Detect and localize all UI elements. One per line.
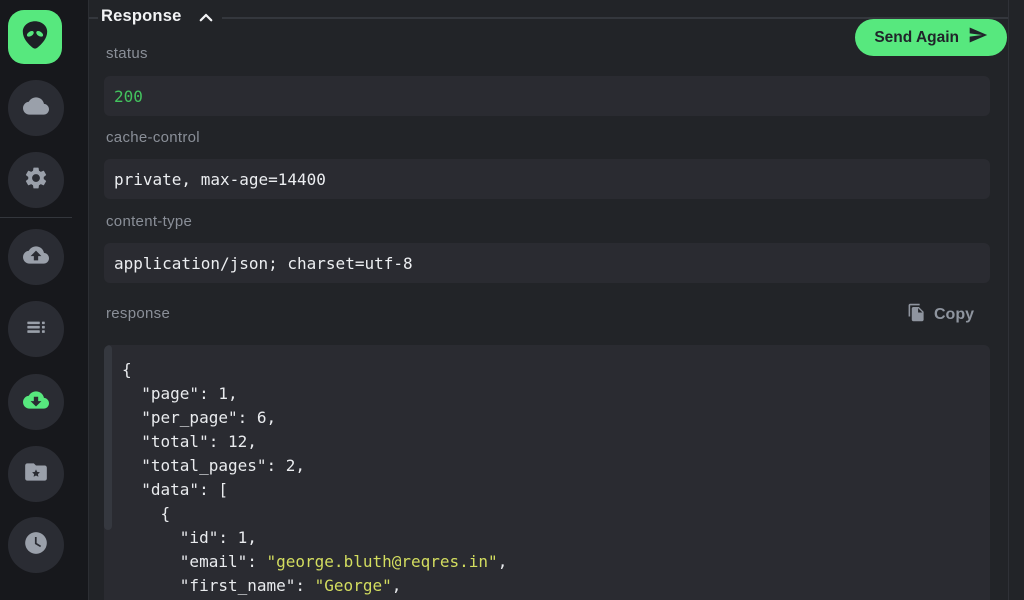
- copy-button[interactable]: Copy: [907, 303, 974, 327]
- send-icon: [968, 25, 988, 50]
- clock-icon: [23, 530, 49, 561]
- response-scrollbar[interactable]: [104, 345, 112, 530]
- panel-right-border: [1008, 0, 1009, 600]
- chevron-up-icon[interactable]: [196, 9, 216, 27]
- sidebar-item-collections[interactable]: [8, 301, 64, 357]
- cache-control-label: cache-control: [106, 129, 200, 146]
- cache-control-value-box: private, max-age=14400: [104, 159, 990, 199]
- send-again-button[interactable]: Send Again: [855, 19, 1007, 56]
- sidebar-divider: [0, 217, 72, 218]
- sidebar-item-cloud[interactable]: [8, 80, 64, 136]
- status-label: status: [106, 45, 148, 62]
- cloud-download-icon: [23, 387, 49, 418]
- response-body: { "page": 1, "per_page": 6, "total": 12,…: [104, 345, 990, 598]
- sidebar-item-settings[interactable]: [8, 152, 64, 208]
- app-logo[interactable]: [8, 10, 62, 64]
- list-icon: [23, 314, 49, 345]
- send-again-label: Send Again: [874, 29, 959, 47]
- copy-icon: [907, 303, 926, 327]
- sidebar-item-upload[interactable]: [8, 229, 64, 285]
- status-value: 200: [114, 87, 143, 106]
- sidebar-item-saved[interactable]: [8, 446, 64, 502]
- cloud-upload-icon: [23, 242, 49, 273]
- status-value-box: 200: [104, 76, 990, 116]
- alien-icon: [18, 18, 52, 57]
- content-type-value-box: application/json; charset=utf-8: [104, 243, 990, 283]
- folder-star-icon: [23, 459, 49, 490]
- sidebar-item-download[interactable]: [8, 374, 64, 430]
- page-title: Response: [101, 7, 181, 26]
- content-type-value: application/json; charset=utf-8: [114, 254, 413, 273]
- content-type-label: content-type: [106, 213, 192, 230]
- cloud-icon: [23, 93, 49, 124]
- gear-icon: [23, 165, 49, 196]
- sidebar: [0, 0, 89, 600]
- response-body-box: { "page": 1, "per_page": 6, "total": 12,…: [104, 345, 990, 600]
- copy-label: Copy: [934, 306, 974, 324]
- header-rule-left: [89, 17, 98, 19]
- sidebar-item-history[interactable]: [8, 517, 64, 573]
- cache-control-value: private, max-age=14400: [114, 170, 326, 189]
- response-label: response: [106, 305, 170, 322]
